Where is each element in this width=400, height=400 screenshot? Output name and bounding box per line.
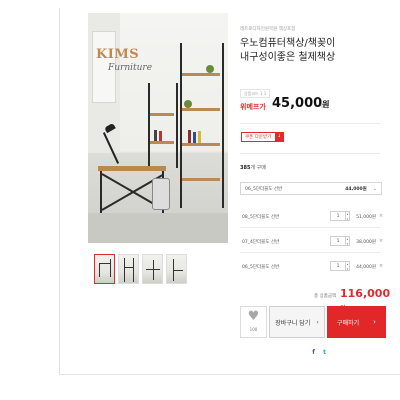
option-name: 07_4단더블도 선반 (242, 240, 280, 245)
image-shelf-board (182, 108, 220, 111)
divider (240, 123, 380, 124)
product-title: 우노컴퓨터책상/책꽂이 내구성이좋은 철제책상 (240, 37, 390, 65)
image-shelf-board (150, 113, 174, 116)
buy-label: 구매하기 (337, 319, 360, 327)
image-plant (206, 65, 214, 73)
remove-option-icon[interactable]: × (379, 263, 383, 269)
thumbnail-2[interactable] (118, 254, 139, 284)
image-brand-subtitle: Furniture (108, 63, 153, 73)
product-detail-panel: KIMS Furniture 레트로디자인원목원 책상포함 우노컴퓨터책상/책꽂… (59, 8, 400, 375)
image-shelf-board (182, 178, 220, 181)
quantity-input[interactable]: 1 (330, 211, 346, 221)
buy-now-button[interactable]: 구매하기 › (327, 306, 386, 338)
wishlist-count: 100 (249, 327, 258, 332)
image-book (188, 130, 191, 143)
image-plant (184, 100, 192, 108)
option-name: 06_5단더블도 선반 (242, 265, 280, 270)
option-select[interactable]: 06_5단더블도 선반 44,000원 ⌄ (240, 182, 382, 195)
price-label: 위메프가 (240, 103, 266, 111)
cart-label: 장바구니 담기 (275, 319, 311, 327)
option-row: 06_5단더블도 선반 1 ▴ ▾ 44,000원 × (240, 260, 383, 274)
option-amount: 51,000원 (356, 215, 376, 220)
image-side-shelf (148, 83, 178, 168)
image-book (154, 130, 157, 141)
purchase-count: 385개 구매 (240, 164, 266, 171)
thumbnail-strip (94, 254, 187, 284)
thumbnail-3[interactable] (142, 254, 163, 284)
coupon-label: 쿠폰 다운받기 (245, 135, 272, 140)
social-share: f t (309, 348, 329, 357)
quantity-stepper[interactable]: ▴ ▾ (346, 261, 350, 271)
image-desk-top (98, 166, 166, 171)
price-suffix: 부터 (320, 105, 329, 110)
option-amount: 38,000원 (356, 240, 376, 245)
coupon-download-button[interactable]: 쿠폰 다운받기 ↓ (241, 132, 285, 142)
chevron-right-icon: › (316, 318, 319, 326)
heart-icon: ♥ (247, 309, 260, 324)
breadcrumb: 레트로디자인원목원 책상포함 (240, 27, 296, 32)
wishlist-button[interactable]: ♥ 100 (240, 306, 267, 338)
image-book (159, 131, 162, 141)
image-book (193, 132, 196, 143)
chevron-down-icon: ⌄ (372, 185, 377, 192)
option-select-label: 06_5단더블도 선반 (245, 186, 283, 192)
option-select-price: 44,000원 (345, 186, 367, 192)
image-desk-leg (100, 171, 102, 213)
twitter-icon[interactable]: t (320, 348, 329, 357)
total-label: 총 상품금액 (314, 294, 337, 299)
option-name: 08_5단더블도 선반 (242, 215, 280, 220)
image-floor-rug (88, 213, 228, 243)
quantity-input[interactable]: 1 (330, 261, 346, 271)
image-brand-logo: KIMS (96, 47, 140, 62)
image-book (198, 131, 201, 143)
divider (240, 153, 380, 154)
thumbnail-4[interactable] (166, 254, 187, 284)
thumbnail-1[interactable] (94, 254, 115, 284)
chevron-right-icon: › (373, 318, 376, 326)
download-icon: ↓ (275, 133, 284, 141)
product-title-line-1: 우노컴퓨터책상/책꽂이 (240, 38, 336, 49)
total-amount: 116,000 (340, 287, 391, 300)
price-amount: 45,000 (272, 96, 323, 111)
divider (240, 227, 380, 228)
quantity-stepper[interactable]: ▴ ▾ (346, 211, 350, 221)
product-title-line-2: 내구성이좋은 철제책상 (240, 52, 336, 63)
purchase-count-number: 385 (240, 165, 251, 171)
image-chair (152, 178, 170, 210)
remove-option-icon[interactable]: × (379, 238, 383, 244)
product-main-image[interactable]: KIMS Furniture (88, 13, 228, 243)
purchase-count-label: 개 구매 (250, 165, 266, 171)
add-to-cart-button[interactable]: 장바구니 담기 › (269, 306, 325, 338)
option-row: 08_5단더블도 선반 1 ▴ ▾ 51,000원 × (240, 210, 383, 224)
divider (240, 252, 380, 253)
image-bookshelf (180, 43, 224, 208)
quantity-stepper[interactable]: ▴ ▾ (346, 236, 350, 246)
image-shelf-board (182, 73, 220, 76)
facebook-icon[interactable]: f (309, 348, 318, 357)
option-amount: 44,000원 (356, 265, 376, 270)
quantity-input[interactable]: 1 (330, 236, 346, 246)
remove-option-icon[interactable]: × (379, 213, 383, 219)
option-row: 07_4단더블도 선반 1 ▴ ▾ 38,000원 × (240, 235, 383, 249)
image-shelf-board (150, 141, 174, 144)
product-code-chip: 상품코드 1 1 (240, 89, 271, 98)
image-shelf-board (182, 143, 220, 146)
